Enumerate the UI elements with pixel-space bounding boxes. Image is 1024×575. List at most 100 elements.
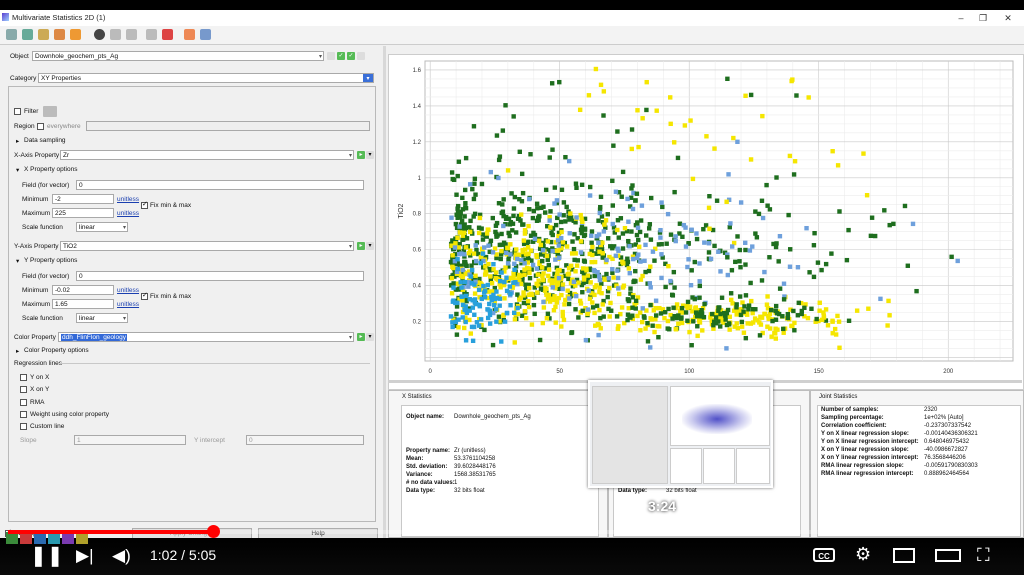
y-max-label: Maximum: [22, 301, 51, 308]
filter-tool-icon[interactable]: [162, 29, 173, 40]
data-point: [570, 239, 575, 244]
data-point: [659, 200, 664, 205]
data-point: [823, 307, 829, 312]
view-icon[interactable]: [94, 29, 105, 40]
data-point: [463, 338, 469, 343]
restore-button[interactable]: ❐: [976, 12, 990, 24]
data-point: [836, 319, 842, 324]
data-point: [764, 182, 769, 188]
x-min-input[interactable]: -2: [52, 194, 114, 204]
data-point: [658, 235, 663, 240]
object-menu-icon[interactable]: [357, 52, 365, 60]
title-bar: Multivariate Statistics 2D (1) – ❐ ✕: [0, 10, 1024, 27]
data-point: [756, 211, 762, 217]
chart-icon[interactable]: [38, 29, 49, 40]
x-min-unit-link[interactable]: unitless: [117, 196, 139, 203]
y-scale-combo[interactable]: linear ▾: [76, 313, 128, 323]
x-axis-next-icon[interactable]: ▸: [357, 151, 365, 159]
close-button[interactable]: ✕: [1001, 12, 1015, 24]
region-checkbox[interactable]: [37, 123, 44, 130]
x-max-unit-link[interactable]: unitless: [117, 210, 139, 217]
data-point: [518, 295, 524, 300]
caret-right-icon[interactable]: ▸: [16, 137, 19, 145]
data-point: [450, 253, 455, 258]
pan-icon[interactable]: [70, 29, 81, 40]
category-combo[interactable]: XY Properties ▾: [38, 73, 374, 83]
data-point: [511, 206, 517, 211]
x-fix-checkbox[interactable]: [141, 200, 148, 209]
data-point: [679, 305, 685, 311]
regression-y-on-x-checkbox[interactable]: [20, 374, 27, 381]
y-max-unit-link[interactable]: unitless: [117, 301, 139, 308]
regression-custom-checkbox[interactable]: [20, 423, 27, 430]
filter-checkbox[interactable]: [14, 108, 21, 115]
data-point: [502, 319, 508, 324]
regression-tool-icon[interactable]: [146, 29, 157, 40]
caret-down-icon[interactable]: ▾: [16, 166, 19, 174]
color-property-combo[interactable]: ddh_FlinFlon_geology ▾: [58, 332, 354, 342]
color-next-icon[interactable]: ▸: [357, 333, 365, 341]
caret-right-icon[interactable]: ▸: [16, 347, 19, 355]
y-max-input[interactable]: 1.65: [52, 299, 114, 309]
filter-settings-icon[interactable]: [43, 106, 57, 117]
x-options-toggle[interactable]: X Property options: [24, 166, 77, 173]
object-apply-icon[interactable]: ✓: [337, 52, 345, 60]
data-point: [710, 311, 715, 317]
data-point: [762, 311, 767, 317]
refresh-icon[interactable]: [6, 29, 17, 40]
object-next-icon[interactable]: ✓: [347, 52, 355, 60]
select-icon[interactable]: [54, 29, 65, 40]
y-axis-next-icon[interactable]: ▸: [357, 242, 365, 250]
y-axis-combo[interactable]: TiO2 ▾: [60, 241, 354, 251]
fullscreen-icon[interactable]: ⛶: [977, 545, 990, 566]
data-point: [504, 310, 510, 316]
data-sampling-toggle[interactable]: Data sampling: [24, 137, 66, 144]
color-options-toggle[interactable]: Color Property options: [24, 347, 89, 354]
data-point: [610, 221, 615, 227]
panel-splitter[interactable]: [383, 46, 386, 538]
next-icon[interactable]: ▶|: [76, 546, 94, 566]
settings-gear-icon[interactable]: ⚙: [855, 544, 871, 565]
captions-icon[interactable]: CC: [813, 548, 835, 562]
color-menu-icon[interactable]: ▾: [366, 333, 374, 341]
volume-icon[interactable]: ◀): [112, 546, 131, 566]
data-point: [517, 197, 522, 202]
x-axis-combo[interactable]: Zr ▾: [60, 150, 354, 160]
y-axis-menu-icon[interactable]: ▾: [366, 242, 374, 250]
layout-icon[interactable]: [22, 29, 33, 40]
data-point: [574, 215, 579, 220]
snapshot-icon[interactable]: [184, 29, 195, 40]
regression-x-on-y-checkbox[interactable]: [20, 386, 27, 393]
x-axis-menu-icon[interactable]: ▾: [366, 151, 374, 159]
chevron-down-icon: ▾: [348, 335, 352, 341]
y-field-input[interactable]: 0: [76, 271, 364, 281]
y-min-unit-link[interactable]: unitless: [117, 287, 139, 294]
data-point: [548, 225, 553, 230]
data-point: [563, 154, 568, 160]
data-point: [835, 313, 840, 319]
regression-weight-checkbox[interactable]: [20, 411, 27, 418]
y-options-toggle[interactable]: Y Property options: [24, 257, 77, 264]
object-picker-icon[interactable]: [327, 52, 335, 60]
object-combo[interactable]: Downhole_geochem_pts_Ag ▾: [32, 51, 324, 61]
print-icon[interactable]: [200, 29, 211, 40]
caret-down-icon[interactable]: ▾: [16, 257, 19, 265]
fit-tool-icon[interactable]: [126, 29, 137, 40]
line-tool-icon[interactable]: [110, 29, 121, 40]
scatter-plot[interactable]: 0501001502000.20.40.60.811.21.41.6ZrTiO2: [388, 54, 1024, 390]
regression-rma-checkbox[interactable]: [20, 399, 27, 406]
x-max-input[interactable]: 225: [52, 208, 114, 218]
progress-scrubber[interactable]: [206, 525, 220, 538]
progress-track[interactable]: [8, 525, 1016, 538]
theater-mode-icon[interactable]: [935, 549, 961, 562]
x-scale-combo[interactable]: linear ▾: [76, 222, 128, 232]
data-point: [743, 335, 749, 341]
pause-icon[interactable]: ❚❚: [30, 546, 64, 566]
miniplayer-icon[interactable]: [893, 548, 915, 563]
data-point: [677, 221, 683, 226]
y-min-input[interactable]: -0.02: [52, 285, 114, 295]
x-stat-value: 53.3761104258: [454, 456, 496, 462]
x-field-input[interactable]: 0: [76, 180, 364, 190]
minimize-button[interactable]: –: [954, 12, 968, 24]
y-fix-checkbox[interactable]: [141, 291, 148, 300]
